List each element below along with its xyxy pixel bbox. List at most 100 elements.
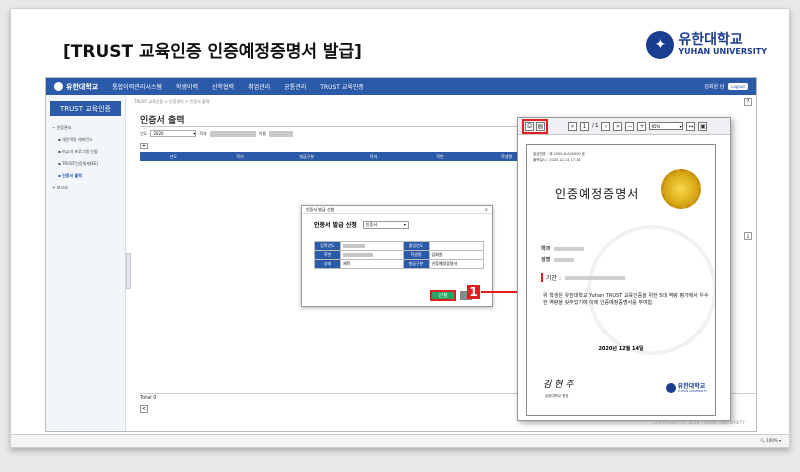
sidebar-item-program[interactable]: ▪ 비교과 프로그램 신청 — [46, 146, 125, 158]
cert-type-select[interactable]: 인증서 ▾ — [362, 220, 409, 229]
sidebar-collapse-handle[interactable] — [126, 253, 131, 289]
doc-signature: 김 현 주 — [543, 380, 574, 390]
chevron-down-icon: ▾ — [403, 222, 406, 227]
table-header-cell: 학번 — [314, 250, 341, 260]
doc-sign-label: 유한대학교 총장 — [545, 394, 569, 398]
modal-info-table: 입학년도 졸업년도 학번 학생명 김회원 상태 재학 발급구분 인증예정증명서 — [314, 241, 484, 269]
table-cell: 김회원 — [428, 250, 484, 260]
sidebar-item-system[interactable]: ▪ TRUST인증체계(KE) — [46, 158, 125, 170]
dept-field[interactable] — [209, 130, 256, 137]
chevron-down-icon: ▾ — [679, 123, 682, 129]
viewer-toolbar: ⎙ ▤ « 1 / 1 › » − + 95% ▾ ↔ ▣ — [518, 118, 730, 135]
doc-meta: 발급번호 : 제 2020-8-000000 호 출력일시 : 2020.12.… — [533, 152, 585, 162]
nav-item-employment[interactable]: 취업관리 — [248, 82, 270, 91]
slide-frame: [TRUST 교육인증 인증예정증명서 발급] ✦ 유한대학교 YUHAN UN… — [10, 8, 790, 448]
certificate-document: 발급번호 : 제 2020-8-000000 호 출력일시 : 2020.12.… — [526, 144, 716, 416]
sidebar-group-cert[interactable]: − 인증관리 — [46, 122, 125, 134]
breadcrumb: TRUST 교육인증 > 인증관리 > 인증서 출력 — [134, 99, 210, 104]
doc-date: 2020년 12월 14일 — [598, 346, 644, 352]
table-cell — [428, 241, 484, 251]
university-logo: ✦ 유한대학교 YUHAN UNIVERSITY — [646, 31, 767, 59]
help-icon[interactable]: ? — [744, 98, 752, 106]
logout-button[interactable]: Logout — [728, 83, 748, 90]
grid-header: 년도 학기 발급구분 학과 학번 학생명 — [140, 152, 540, 161]
zoom-out-icon[interactable]: − — [625, 121, 635, 131]
table-header-cell: 졸업년도 — [402, 241, 430, 251]
print-icon[interactable]: ⎙ — [525, 121, 534, 131]
sidebar-item-reference[interactable]: ▪ 개인역량 레퍼런스 — [46, 134, 125, 146]
page-total: / 1 — [592, 123, 599, 129]
nav-item-common[interactable]: 공통관리 — [284, 82, 306, 91]
nav-item-trust[interactable]: TRUST 교육인증 — [320, 82, 364, 91]
university-emblem-icon — [665, 383, 676, 393]
table-cell: 인증예정증명서 — [428, 259, 484, 269]
chevron-down-icon: ▾ — [193, 131, 196, 136]
grid-col-id[interactable]: 학번 — [407, 154, 474, 160]
watermark-emblem — [587, 225, 715, 355]
fit-page-icon[interactable]: ▣ — [698, 121, 708, 131]
grid-col-year[interactable]: 년도 — [140, 154, 207, 160]
table-cell — [340, 250, 404, 260]
zoom-status[interactable]: 🔍 100% ▾ — [760, 438, 781, 443]
save-icon[interactable]: ▤ — [536, 121, 545, 131]
slide-title: [TRUST 교육인증 인증예정증명서 발급] — [63, 42, 362, 62]
step-marker-1: 1 — [467, 285, 480, 299]
table-header-cell: 발급구분 — [402, 259, 430, 269]
zoom-select[interactable]: 95% ▾ — [649, 122, 684, 130]
name-label: 이름 — [258, 130, 267, 136]
logo-korean: 유한대학교 — [678, 32, 743, 49]
table-cell: 재학 — [340, 259, 404, 269]
print-save-group: ⎙ ▤ — [522, 118, 548, 134]
fit-width-icon[interactable]: ↔ — [686, 121, 696, 131]
gold-seal-icon — [661, 169, 701, 209]
doc-name: 성명 — [541, 256, 575, 263]
year-label: 년도 — [140, 130, 148, 136]
sidebar: TRUST 교육인증 − 인증관리 ▪ 개인역량 레퍼런스 ▪ 비교과 프로그램… — [46, 95, 126, 431]
year-select[interactable]: 2020 ▾ — [150, 130, 197, 137]
sidebar-group-report[interactable]: + 보고서 — [46, 182, 125, 194]
table-header-cell: 학생명 — [402, 250, 430, 260]
nav-item-integrated[interactable]: 통합이력관리시스템 — [112, 82, 162, 91]
total-count: Total 0 — [140, 395, 157, 401]
emblem-icon — [54, 82, 63, 91]
name-field[interactable] — [269, 130, 294, 137]
next-page-icon[interactable]: › — [601, 121, 611, 131]
grid-col-type[interactable]: 발급구분 — [273, 154, 340, 160]
apply-button[interactable]: 신청 — [430, 290, 456, 301]
modal-header: 인증서 발급 신청 — [306, 207, 335, 212]
add-button[interactable]: + — [140, 143, 148, 149]
modal-title: 인증서 발급 신청 — [314, 222, 357, 229]
copyright: COPYRIGHT (c) 2016 YUHAN UNIVERSITY — [653, 421, 745, 426]
university-emblem-icon: ✦ — [646, 31, 675, 59]
nav-item-student[interactable]: 학생이력 — [176, 82, 198, 91]
doc-period: 기간 : — [541, 273, 625, 282]
issue-modal: 인증서 발급 신청 × 인증서 발급 신청 인증서 ▾ 입학년도 졸업년도 학번 학… — [301, 205, 493, 307]
download-icon[interactable]: ⤓ — [744, 232, 752, 240]
status-bar: 🔍 100% ▾ — [11, 434, 789, 447]
page-title: 인증서 출력 — [140, 116, 185, 126]
doc-dept: 학과 — [541, 245, 585, 252]
doc-logo: 유한대학교 YUHAN UNIVERSITY — [665, 383, 707, 393]
last-page-icon[interactable]: » — [613, 121, 623, 131]
table-cell — [340, 241, 404, 251]
first-page-icon[interactable]: « — [568, 121, 577, 131]
table-header-cell: 상태 — [314, 259, 341, 269]
doc-title: 인증예정증명서 — [555, 187, 640, 201]
doc-body: 위 학생은 유한대학교 Yuhan TRUST 교육인증을 위한 5대 역량 평… — [543, 293, 709, 306]
grid-col-semester[interactable]: 학기 — [207, 154, 274, 160]
top-nav: 유한대학교 통합이력관리시스템 학생이력 산학협력 취업관리 공통관리 TRUS… — [46, 78, 756, 95]
dept-label: 학과 — [199, 130, 207, 136]
nav-logo[interactable]: 유한대학교 — [54, 82, 98, 92]
logo-english: YUHAN UNIVERSITY — [678, 47, 767, 57]
nav-item-industry[interactable]: 산학협력 — [212, 82, 234, 91]
filter-bar: 년도 2020 ▾ 학과 이름 — [140, 130, 294, 137]
pager-prev-button[interactable]: < — [140, 405, 148, 413]
page-input[interactable]: 1 — [580, 121, 589, 131]
table-header-cell: 입학년도 — [314, 241, 341, 251]
close-icon[interactable]: × — [485, 207, 488, 212]
sidebar-item-print[interactable]: ▪ 인증서 출력 — [46, 170, 125, 182]
report-viewer: ⎙ ▤ « 1 / 1 › » − + 95% ▾ ↔ ▣ 발급번호 : 제 20… — [517, 117, 731, 421]
grid-col-dept[interactable]: 학과 — [340, 154, 407, 160]
arrow-line — [481, 291, 519, 293]
zoom-in-icon[interactable]: + — [637, 121, 647, 131]
